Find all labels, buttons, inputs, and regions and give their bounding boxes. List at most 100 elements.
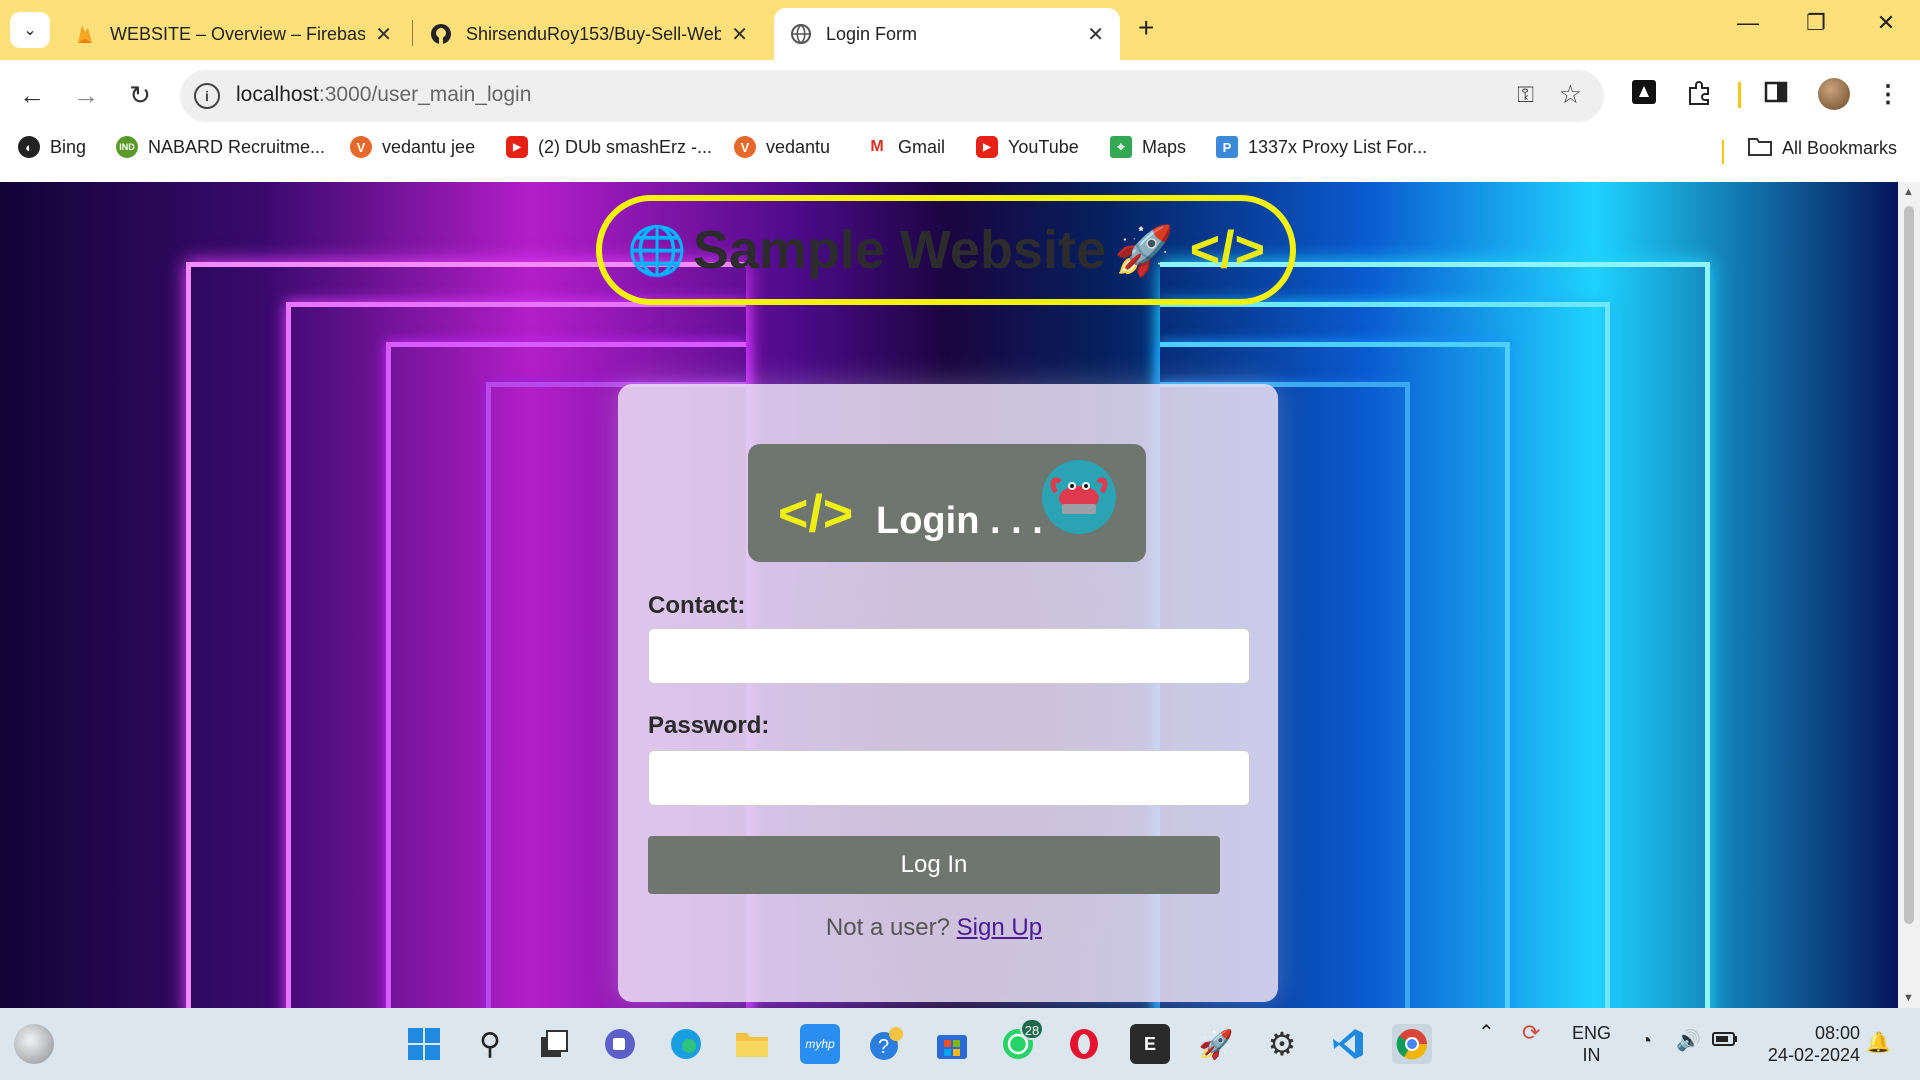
side-panel-icon[interactable] [1764, 80, 1788, 111]
tab-search-button[interactable]: ⌄ [10, 12, 50, 48]
signup-prompt: Not a user? [825, 914, 950, 941]
restore-icon[interactable]: ❐ [1796, 10, 1836, 36]
code-symbol: </> [1189, 221, 1265, 279]
site-title: Sample Website [692, 220, 1106, 280]
page-scrollbar[interactable]: ▲ ▼ [1898, 182, 1920, 1008]
volume-icon[interactable]: 🔊 [1676, 1030, 1701, 1052]
back-icon[interactable]: ← [14, 80, 50, 111]
bing-icon: ◐ [18, 136, 40, 158]
github-icon [430, 23, 452, 45]
teams-icon[interactable] [600, 1024, 640, 1064]
login-button[interactable]: Log In [648, 836, 1220, 894]
tab-divider [412, 20, 413, 46]
weather-widget-icon[interactable] [14, 1024, 54, 1064]
reload-icon[interactable]: ↻ [122, 80, 158, 111]
search-icon[interactable]: ⚲ [470, 1024, 510, 1064]
password-input[interactable] [648, 750, 1250, 806]
opera-icon[interactable] [1064, 1024, 1104, 1064]
bookmark-label: Gmail [898, 136, 946, 157]
whatsapp-badge: 28 [1020, 1018, 1044, 1040]
bookmark-maps[interactable]: ⌖ Maps [1110, 136, 1186, 158]
login-heading: Login . . . [876, 500, 1043, 542]
language-indicator[interactable]: ENG IN [1572, 1022, 1611, 1066]
settings-gear-icon[interactable]: ⚙ [1262, 1024, 1302, 1064]
login-header: </> Login . . . [748, 444, 1146, 562]
tab-title: WEBSITE – Overview – Firebase [110, 23, 366, 44]
bookmark-gmail[interactable]: M Gmail [866, 136, 945, 158]
bookmark-vedantu[interactable]: V vedantu [734, 136, 830, 158]
site-title-banner: 🌐 Sample Website 🚀 </> [596, 195, 1296, 305]
battery-icon[interactable] [1712, 1030, 1738, 1052]
close-icon[interactable]: ✕ [1087, 22, 1104, 47]
myhp-icon[interactable]: myhp [800, 1024, 840, 1064]
tab-firebase[interactable]: WEBSITE – Overview – Firebase ✕ [58, 8, 408, 60]
address-bar[interactable]: i localhost:3000/user_main_login ⚿ ☆ [180, 70, 1604, 122]
password-label: Password: [648, 712, 770, 739]
globe-icon: 🌐 [627, 224, 687, 278]
menu-kebab-icon[interactable]: ⋮ [1876, 80, 1900, 109]
clock-date: 24-02-2024 [1767, 1045, 1860, 1065]
signup-prompt-line: Not a user? Sign Up [618, 914, 1250, 942]
clock[interactable]: 08:00 24-02-2024 [1760, 1022, 1860, 1066]
get-help-icon[interactable]: ? [866, 1024, 906, 1064]
bookmark-label: YouTube [1008, 136, 1079, 157]
forward-icon[interactable]: → [68, 80, 104, 111]
url-text[interactable]: localhost:3000/user_main_login [236, 83, 531, 107]
bookmark-1337x[interactable]: P 1337x Proxy List For... [1216, 136, 1427, 158]
tab-github[interactable]: ShirsenduRoy153/Buy-Sell-Web ✕ [414, 8, 764, 60]
all-bookmarks-button[interactable]: All Bookmarks [1748, 136, 1897, 161]
rocket-app-icon[interactable]: 🚀 [1196, 1024, 1236, 1064]
close-icon[interactable]: ✕ [375, 22, 392, 47]
whatsapp-icon[interactable]: 28 [998, 1018, 1044, 1064]
url-path: :3000/user_main_login [318, 83, 532, 106]
rocket-icon: 🚀 [1113, 224, 1174, 278]
profile-avatar[interactable] [1818, 78, 1850, 110]
site-info-icon[interactable]: i [194, 83, 220, 109]
wifi-icon[interactable]: ◔ [1640, 1030, 1652, 1052]
gmail-icon: M [866, 136, 888, 158]
password-key-icon[interactable]: ⚿ [1517, 82, 1534, 108]
epic-games-icon[interactable]: E [1130, 1024, 1170, 1064]
signup-link[interactable]: Sign Up [957, 914, 1042, 941]
chevron-down-icon: ⌄ [23, 22, 37, 39]
bookmark-label: Bing [50, 136, 87, 157]
extension-a-icon[interactable] [1632, 80, 1656, 111]
chrome-icon[interactable] [1392, 1024, 1432, 1064]
contact-input[interactable] [648, 628, 1250, 684]
task-view-icon[interactable] [534, 1024, 574, 1064]
tab-login-form[interactable]: Login Form ✕ [774, 8, 1120, 60]
maps-icon: ⌖ [1110, 136, 1132, 158]
extensions-puzzle-icon[interactable] [1686, 80, 1712, 113]
bookmark-nabard[interactable]: IND NABARD Recruitme... [116, 136, 325, 158]
page-viewport: 🌐 Sample Website 🚀 </> </> Login . . . C… [0, 182, 1898, 1008]
bookmark-vedantu-jee[interactable]: V vedantu jee [350, 136, 475, 158]
notification-bell-icon[interactable]: 🔔 [1866, 1032, 1891, 1054]
region-label: IN [1582, 1045, 1601, 1065]
crab-mascot-icon [1042, 460, 1116, 534]
scrollbar-thumb[interactable] [1904, 206, 1914, 924]
tab-strip: ⌄ WEBSITE – Overview – Firebase ✕ Shirse… [0, 0, 1920, 60]
vscode-icon[interactable] [1328, 1024, 1368, 1064]
tray-overflow-chevron-icon[interactable]: ⌃ [1478, 1022, 1495, 1044]
minimize-icon[interactable]: — [1728, 10, 1768, 36]
edge-icon[interactable] [666, 1024, 706, 1064]
clock-time: 08:00 [1814, 1023, 1860, 1043]
sync-icon[interactable]: ⟳ [1522, 1022, 1540, 1044]
bookmark-bing[interactable]: ◐ Bing [18, 136, 86, 158]
windows-start-icon[interactable] [404, 1024, 444, 1064]
firebase-icon [74, 23, 96, 45]
proxy-icon: P [1216, 136, 1238, 158]
close-icon[interactable]: ✕ [731, 22, 748, 47]
bookmark-star-icon[interactable]: ☆ [1559, 79, 1582, 110]
close-window-icon[interactable]: ✕ [1866, 10, 1906, 36]
login-card: </> Login . . . Contact: Password: Log I… [618, 384, 1278, 1002]
new-tab-button[interactable]: + [1138, 12, 1154, 44]
microsoft-store-icon[interactable] [932, 1024, 972, 1064]
url-host: localhost [236, 83, 319, 106]
file-explorer-icon[interactable] [732, 1024, 772, 1064]
bookmark-youtube[interactable]: ▶ YouTube [976, 136, 1079, 158]
scroll-up-icon[interactable]: ▲ [1903, 186, 1914, 198]
toolbar-divider [1738, 82, 1741, 108]
bookmark-dub-smasherz[interactable]: ▶ (2) DUb smashErz -... [506, 136, 712, 158]
scroll-down-icon[interactable]: ▼ [1903, 992, 1914, 1004]
